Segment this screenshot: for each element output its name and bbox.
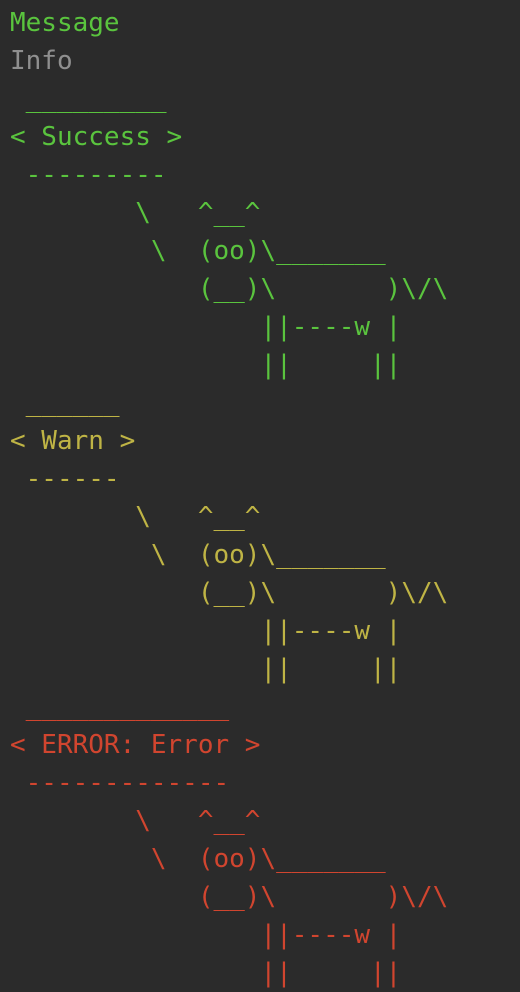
cow-legs-2: || || — [10, 654, 402, 684]
bubble-text: < ERROR: Error > — [10, 730, 261, 760]
info-line: Info — [10, 46, 73, 76]
bubble-text: < Success > — [10, 122, 183, 152]
cow-face: \ (oo)\_______ — [10, 844, 386, 874]
message-line: Message — [10, 8, 120, 38]
cow-mouth: (__)\ )\/\ — [10, 274, 449, 304]
cow-legs-1: ||----w | — [10, 312, 402, 342]
bubble-bottom: --------- — [10, 160, 167, 190]
cow-face: \ (oo)\_______ — [10, 540, 386, 570]
cow-ears: \ ^__^ — [10, 502, 261, 532]
bubble-bottom: ------------- — [10, 768, 230, 798]
cow-legs-1: ||----w | — [10, 616, 402, 646]
bubble-top: ______ — [10, 388, 120, 418]
cow-legs-2: || || — [10, 350, 402, 380]
cow-ears: \ ^__^ — [10, 198, 261, 228]
bubble-top: _____________ — [10, 692, 230, 722]
cow-face: \ (oo)\_______ — [10, 236, 386, 266]
cow-legs-1: ||----w | — [10, 920, 402, 950]
bubble-bottom: ------ — [10, 464, 120, 494]
bubble-top: _________ — [10, 84, 167, 114]
cowsay-warn-block: ______ < Warn > ------ \ ^__^ \ (oo)\___… — [10, 384, 520, 688]
cow-mouth: (__)\ )\/\ — [10, 882, 449, 912]
terminal-output: Message Info _________ < Success > -----… — [0, 0, 520, 990]
cow-mouth: (__)\ )\/\ — [10, 578, 449, 608]
bubble-text: < Warn > — [10, 426, 136, 456]
cowsay-error-block: _____________ < ERROR: Error > ---------… — [10, 688, 520, 992]
cowsay-success-block: _________ < Success > --------- \ ^__^ \… — [10, 80, 520, 384]
cow-legs-2: || || — [10, 958, 402, 988]
cow-ears: \ ^__^ — [10, 806, 261, 836]
